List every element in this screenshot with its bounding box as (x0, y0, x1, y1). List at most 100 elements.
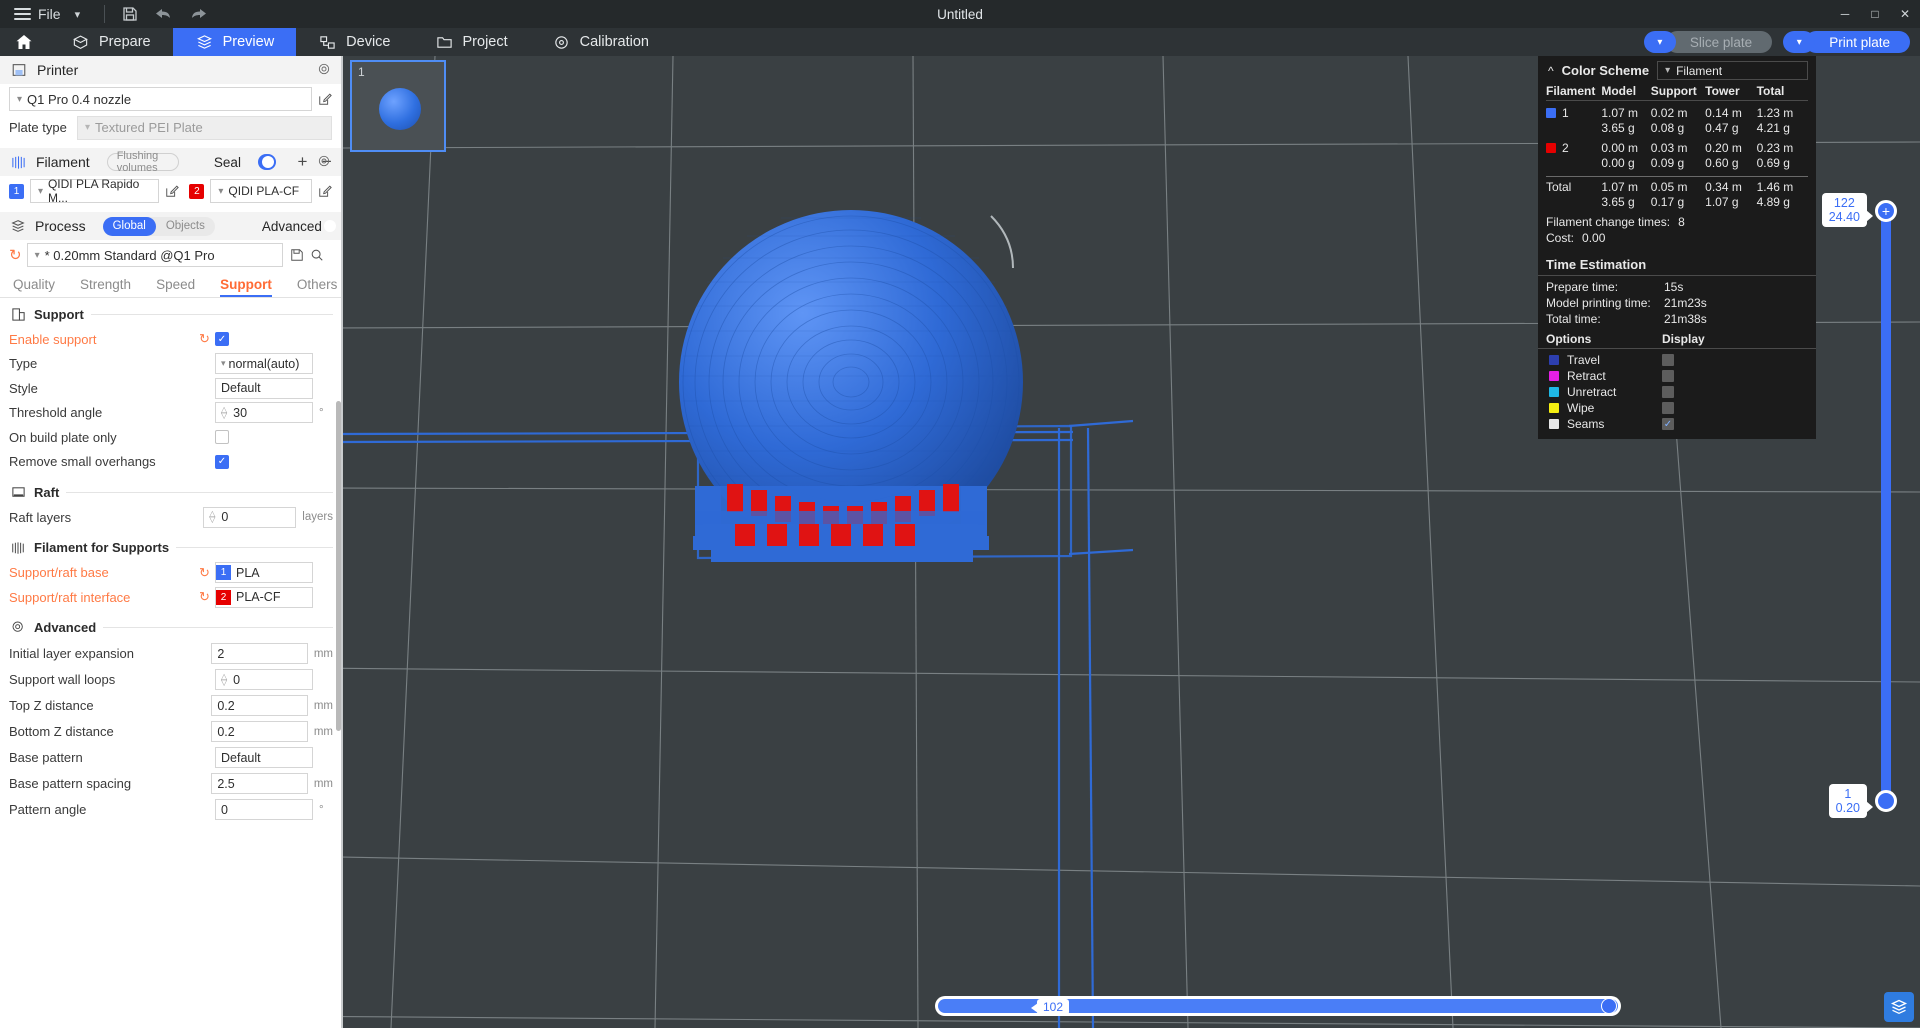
checkbox-seams[interactable]: ✓ (1662, 418, 1674, 430)
select-support-raft-base[interactable]: 1 PLA (215, 562, 313, 584)
row-initial-layer-expansion: Initial layer expansion 2 mm (0, 641, 342, 667)
color-scheme-select[interactable]: ▾ Filament (1657, 61, 1808, 80)
plate-type-value: Textured PEI Plate (95, 120, 203, 135)
label-style: Style (9, 380, 38, 396)
redo-icon[interactable] (181, 0, 215, 28)
slice-plate-group[interactable]: ▾ Slice plate (1643, 31, 1773, 53)
slice-plate-button[interactable]: Slice plate (1665, 31, 1773, 53)
plate-type-select[interactable]: ▾ Textured PEI Plate (77, 115, 332, 140)
model-printing-time-label: Model printing time: (1546, 296, 1651, 310)
undo-icon[interactable] (147, 0, 181, 28)
close-button[interactable]: ✕ (1890, 0, 1920, 28)
filament-settings-gear-icon[interactable] (317, 154, 331, 171)
toolbar-divider (104, 5, 106, 23)
3d-viewport[interactable]: 1 ^ Color Scheme ▾ Filament Filament Mod… (343, 56, 1920, 1028)
checkbox-retract[interactable] (1662, 370, 1674, 382)
select-type[interactable]: ▾ normal(auto) (215, 353, 313, 375)
add-filament-button[interactable]: + (297, 152, 307, 172)
gear-icon[interactable] (317, 62, 331, 79)
label-top-z-distance: Top Z distance (9, 698, 94, 713)
wipe-swatch (1549, 403, 1559, 413)
stepper-icon[interactable]: △ ▽ (209, 510, 215, 524)
undo-icon[interactable]: ↻ (199, 589, 215, 605)
chevron-down-icon: ▾ (218, 185, 224, 197)
input-base-pattern[interactable]: Default (215, 747, 313, 768)
process-preset-select[interactable]: ▾ * 0.20mm Standard @Q1 Pro (26, 243, 283, 267)
collapse-icon[interactable]: ^ (1548, 64, 1554, 78)
chevron-down-icon[interactable]: ▾ (69, 8, 97, 21)
maximize-button[interactable]: □ (1860, 0, 1890, 28)
tab-support[interactable]: Support (220, 277, 272, 297)
undo-icon[interactable]: ↻ (199, 565, 215, 581)
input-initial-layer-expansion[interactable]: 2 (211, 643, 308, 664)
layer-slider-track[interactable] (1881, 211, 1891, 801)
tab-preview[interactable]: Preview (172, 28, 297, 56)
label-threshold-angle: Threshold angle (9, 405, 103, 421)
tab-speed[interactable]: Speed (156, 277, 195, 297)
minimize-button[interactable]: ─ (1830, 0, 1860, 28)
spinner-raft-layers[interactable]: △ ▽ 0 (203, 506, 297, 528)
checkbox-travel[interactable] (1662, 354, 1674, 366)
filament-slot-1-select[interactable]: ▾ QIDI PLA Rapido M... (29, 177, 159, 205)
tab-calibration[interactable]: Calibration (530, 28, 671, 56)
search-icon[interactable] (310, 248, 325, 263)
menu-icon (14, 8, 31, 20)
checkbox-on-build-plate-only[interactable] (215, 430, 229, 445)
color-scheme-header: ^ Color Scheme ▾ Filament (1538, 56, 1816, 84)
print-plate-button[interactable]: Print plate (1805, 31, 1910, 53)
process-scope-segmented[interactable]: Global Objects (102, 216, 215, 236)
tab-device[interactable]: Device (296, 28, 412, 56)
spinner-threshold-angle[interactable]: △ ▽ 30 (215, 402, 313, 424)
plate-thumbnail[interactable]: 1 (350, 60, 446, 152)
move-slider-handle[interactable] (1601, 998, 1617, 1014)
input-top-z-distance[interactable]: 0.2 (211, 695, 308, 716)
options-label: Options (1546, 332, 1592, 346)
save-preset-icon[interactable] (290, 248, 305, 263)
seal-toggle[interactable] (257, 154, 277, 170)
process-scope-global[interactable]: Global (102, 216, 156, 236)
input-style[interactable]: Default (215, 377, 313, 399)
checkbox-enable-support[interactable]: ✓ (215, 332, 229, 347)
slice-plate-dropdown[interactable]: ▾ (1643, 31, 1676, 53)
settings-sidebar: Printer ▾ Q1 Pro 0.4 nozzle Plate type ▾… (0, 56, 342, 1028)
file-menu-button[interactable]: File (0, 0, 69, 28)
tab-others[interactable]: Others (297, 277, 338, 297)
col-tower: Tower (1705, 84, 1740, 98)
filament-spool-icon (10, 153, 27, 171)
input-base-pattern-spacing[interactable]: 2.5 (211, 773, 308, 794)
undo-icon[interactable]: ↻ (199, 331, 215, 347)
edit-printer-icon[interactable] (318, 92, 333, 107)
checkbox-remove-small-overhangs[interactable]: ✓ (215, 454, 229, 469)
layer-slider-vertical[interactable]: + 122 24.40 1 0.20 (1821, 193, 1897, 818)
tab-project[interactable]: Project (413, 28, 530, 56)
save-icon[interactable] (113, 0, 147, 28)
input-bottom-z-distance[interactable]: 0.2 (211, 721, 308, 742)
edit-filament-1-icon[interactable] (165, 184, 180, 199)
process-scope-objects[interactable]: Objects (156, 217, 215, 236)
printer-model-select[interactable]: ▾ Q1 Pro 0.4 nozzle (9, 87, 313, 111)
print-plate-group[interactable]: ▾ Print plate (1783, 31, 1910, 53)
checkbox-wipe[interactable] (1662, 402, 1674, 414)
stepper-icon[interactable]: △ ▽ (221, 672, 227, 686)
filament-slot-2-select[interactable]: ▾ QIDI PLA-CF (210, 179, 313, 203)
print-plate-dropdown[interactable]: ▾ (1783, 31, 1816, 53)
layers-view-button[interactable] (1884, 992, 1914, 1022)
layer-slider-bottom-handle[interactable] (1875, 790, 1897, 812)
select-support-raft-interface[interactable]: 2 PLA-CF (215, 586, 313, 608)
input-pattern-angle[interactable]: 0 (215, 799, 313, 820)
checkbox-unretract[interactable] (1662, 386, 1674, 398)
reset-preset-icon[interactable]: ↻ (9, 246, 22, 264)
tab-device-label: Device (346, 34, 391, 50)
filament-slot-1-badge[interactable]: 1 (9, 183, 24, 199)
edit-filament-2-icon[interactable] (318, 184, 333, 199)
flushing-volumes-button[interactable]: Flushing volumes (106, 150, 179, 174)
stepper-icon[interactable]: △ ▽ (221, 405, 227, 419)
home-button[interactable] (0, 28, 49, 56)
layer-slider-top-handle[interactable]: + (1875, 200, 1897, 222)
tab-strength[interactable]: Strength (80, 277, 131, 297)
filament-slot-2-badge[interactable]: 2 (189, 183, 205, 199)
col-support: Support (1650, 84, 1697, 98)
tab-quality[interactable]: Quality (13, 277, 55, 297)
spinner-support-wall-loops[interactable]: △ ▽ 0 (215, 669, 313, 690)
tab-prepare[interactable]: Prepare (49, 28, 173, 56)
